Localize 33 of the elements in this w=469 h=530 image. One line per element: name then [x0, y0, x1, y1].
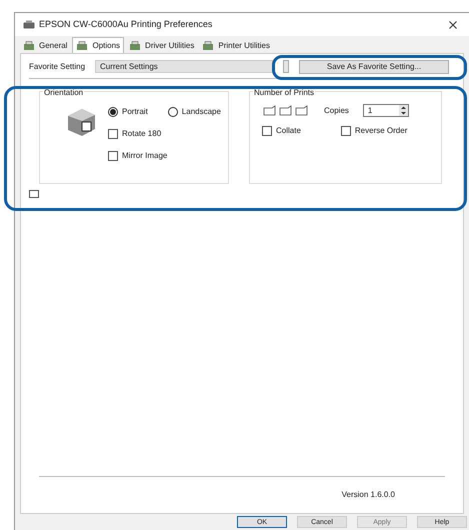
tab[interactable]: Driver Utilities [126, 39, 198, 53]
favorite-setting-dropdown[interactable]: Current Settings [95, 60, 273, 73]
favorite-setting-label: Favorite Setting [29, 60, 85, 72]
checkbox-label: Mirror Image [122, 150, 168, 162]
radio-label: Portrait [122, 106, 148, 118]
tab[interactable]: General [20, 39, 70, 53]
banner-checkbox[interactable] [29, 190, 39, 198]
spinner-arrows-icon[interactable] [398, 105, 408, 116]
stacked-pages-icon [262, 104, 310, 116]
checkbox[interactable] [108, 129, 118, 139]
checkbox[interactable] [340, 126, 351, 136]
checkbox-label: Reverse Order [354, 125, 408, 137]
radio-button[interactable] [168, 107, 178, 117]
tab[interactable]: Options [72, 37, 124, 53]
radio-label: Landscape [182, 106, 221, 118]
copies-label: Copies [324, 104, 349, 116]
printer-icon [202, 41, 214, 51]
printer-icon [23, 20, 35, 29]
version-text: Version 1.6.0.0 [342, 489, 395, 501]
checkbox[interactable] [262, 126, 272, 136]
separator-handle [283, 60, 289, 73]
checkbox-label: Rotate 180 [122, 128, 162, 140]
save-favorite-button[interactable]: Save As Favorite Setting... [299, 60, 449, 74]
checkbox-label: Collate [276, 125, 301, 137]
printer-icon [129, 41, 142, 51]
close-icon[interactable] [449, 20, 457, 28]
radio-button[interactable] [108, 107, 118, 117]
printer-icon [76, 40, 88, 50]
printer-icon [23, 41, 35, 51]
tab[interactable]: Printer Utilities [199, 39, 273, 53]
copies-spinbox[interactable]: 1 [362, 104, 409, 117]
window-title: EPSON CW-C6000Au Printing Preferences [39, 18, 212, 31]
checkbox[interactable] [108, 151, 118, 161]
